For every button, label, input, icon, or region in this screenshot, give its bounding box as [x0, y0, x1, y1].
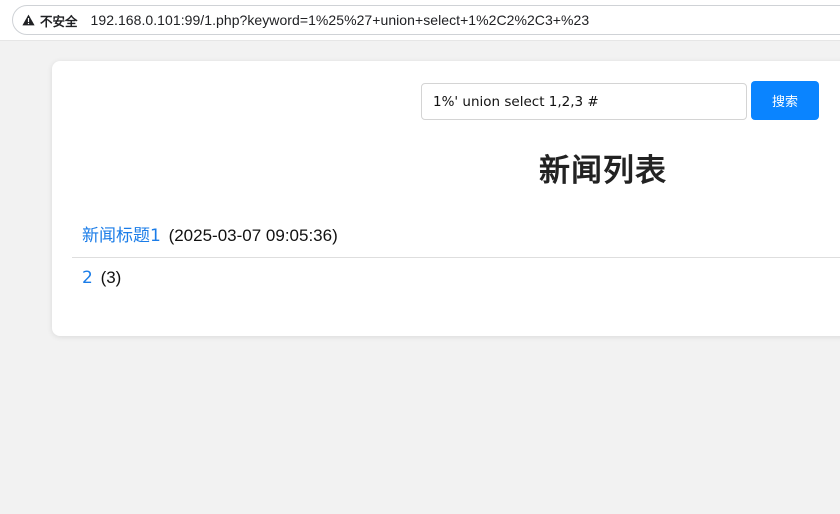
warning-triangle-icon: [22, 14, 35, 26]
news-title-link[interactable]: 2: [82, 268, 93, 288]
page-title: 新闻列表: [539, 153, 667, 189]
search-button[interactable]: 搜索: [751, 81, 819, 120]
news-item: 新闻标题1 (2025-03-07 09:05:36): [72, 220, 840, 257]
browser-toolbar: 不安全 192.168.0.101:99/1.php?keyword=1%25%…: [0, 0, 840, 41]
news-list: 新闻标题1 (2025-03-07 09:05:36) 2 (3): [72, 220, 840, 299]
news-title-link[interactable]: 新闻标题1: [82, 226, 161, 246]
security-indicator[interactable]: 不安全: [22, 10, 78, 30]
news-card: 搜索 新闻列表 新闻标题1 (2025-03-07 09:05:36) 2 (3…: [52, 61, 840, 336]
news-date: (2025-03-07 09:05:36): [168, 226, 338, 245]
news-item: 2 (3): [72, 257, 840, 299]
security-label: 不安全: [40, 13, 78, 29]
search-input[interactable]: [421, 83, 747, 120]
url-text[interactable]: 192.168.0.101:99/1.php?keyword=1%25%27+u…: [91, 12, 590, 28]
news-date: (3): [100, 268, 122, 287]
address-bar[interactable]: 不安全 192.168.0.101:99/1.php?keyword=1%25%…: [12, 5, 840, 35]
